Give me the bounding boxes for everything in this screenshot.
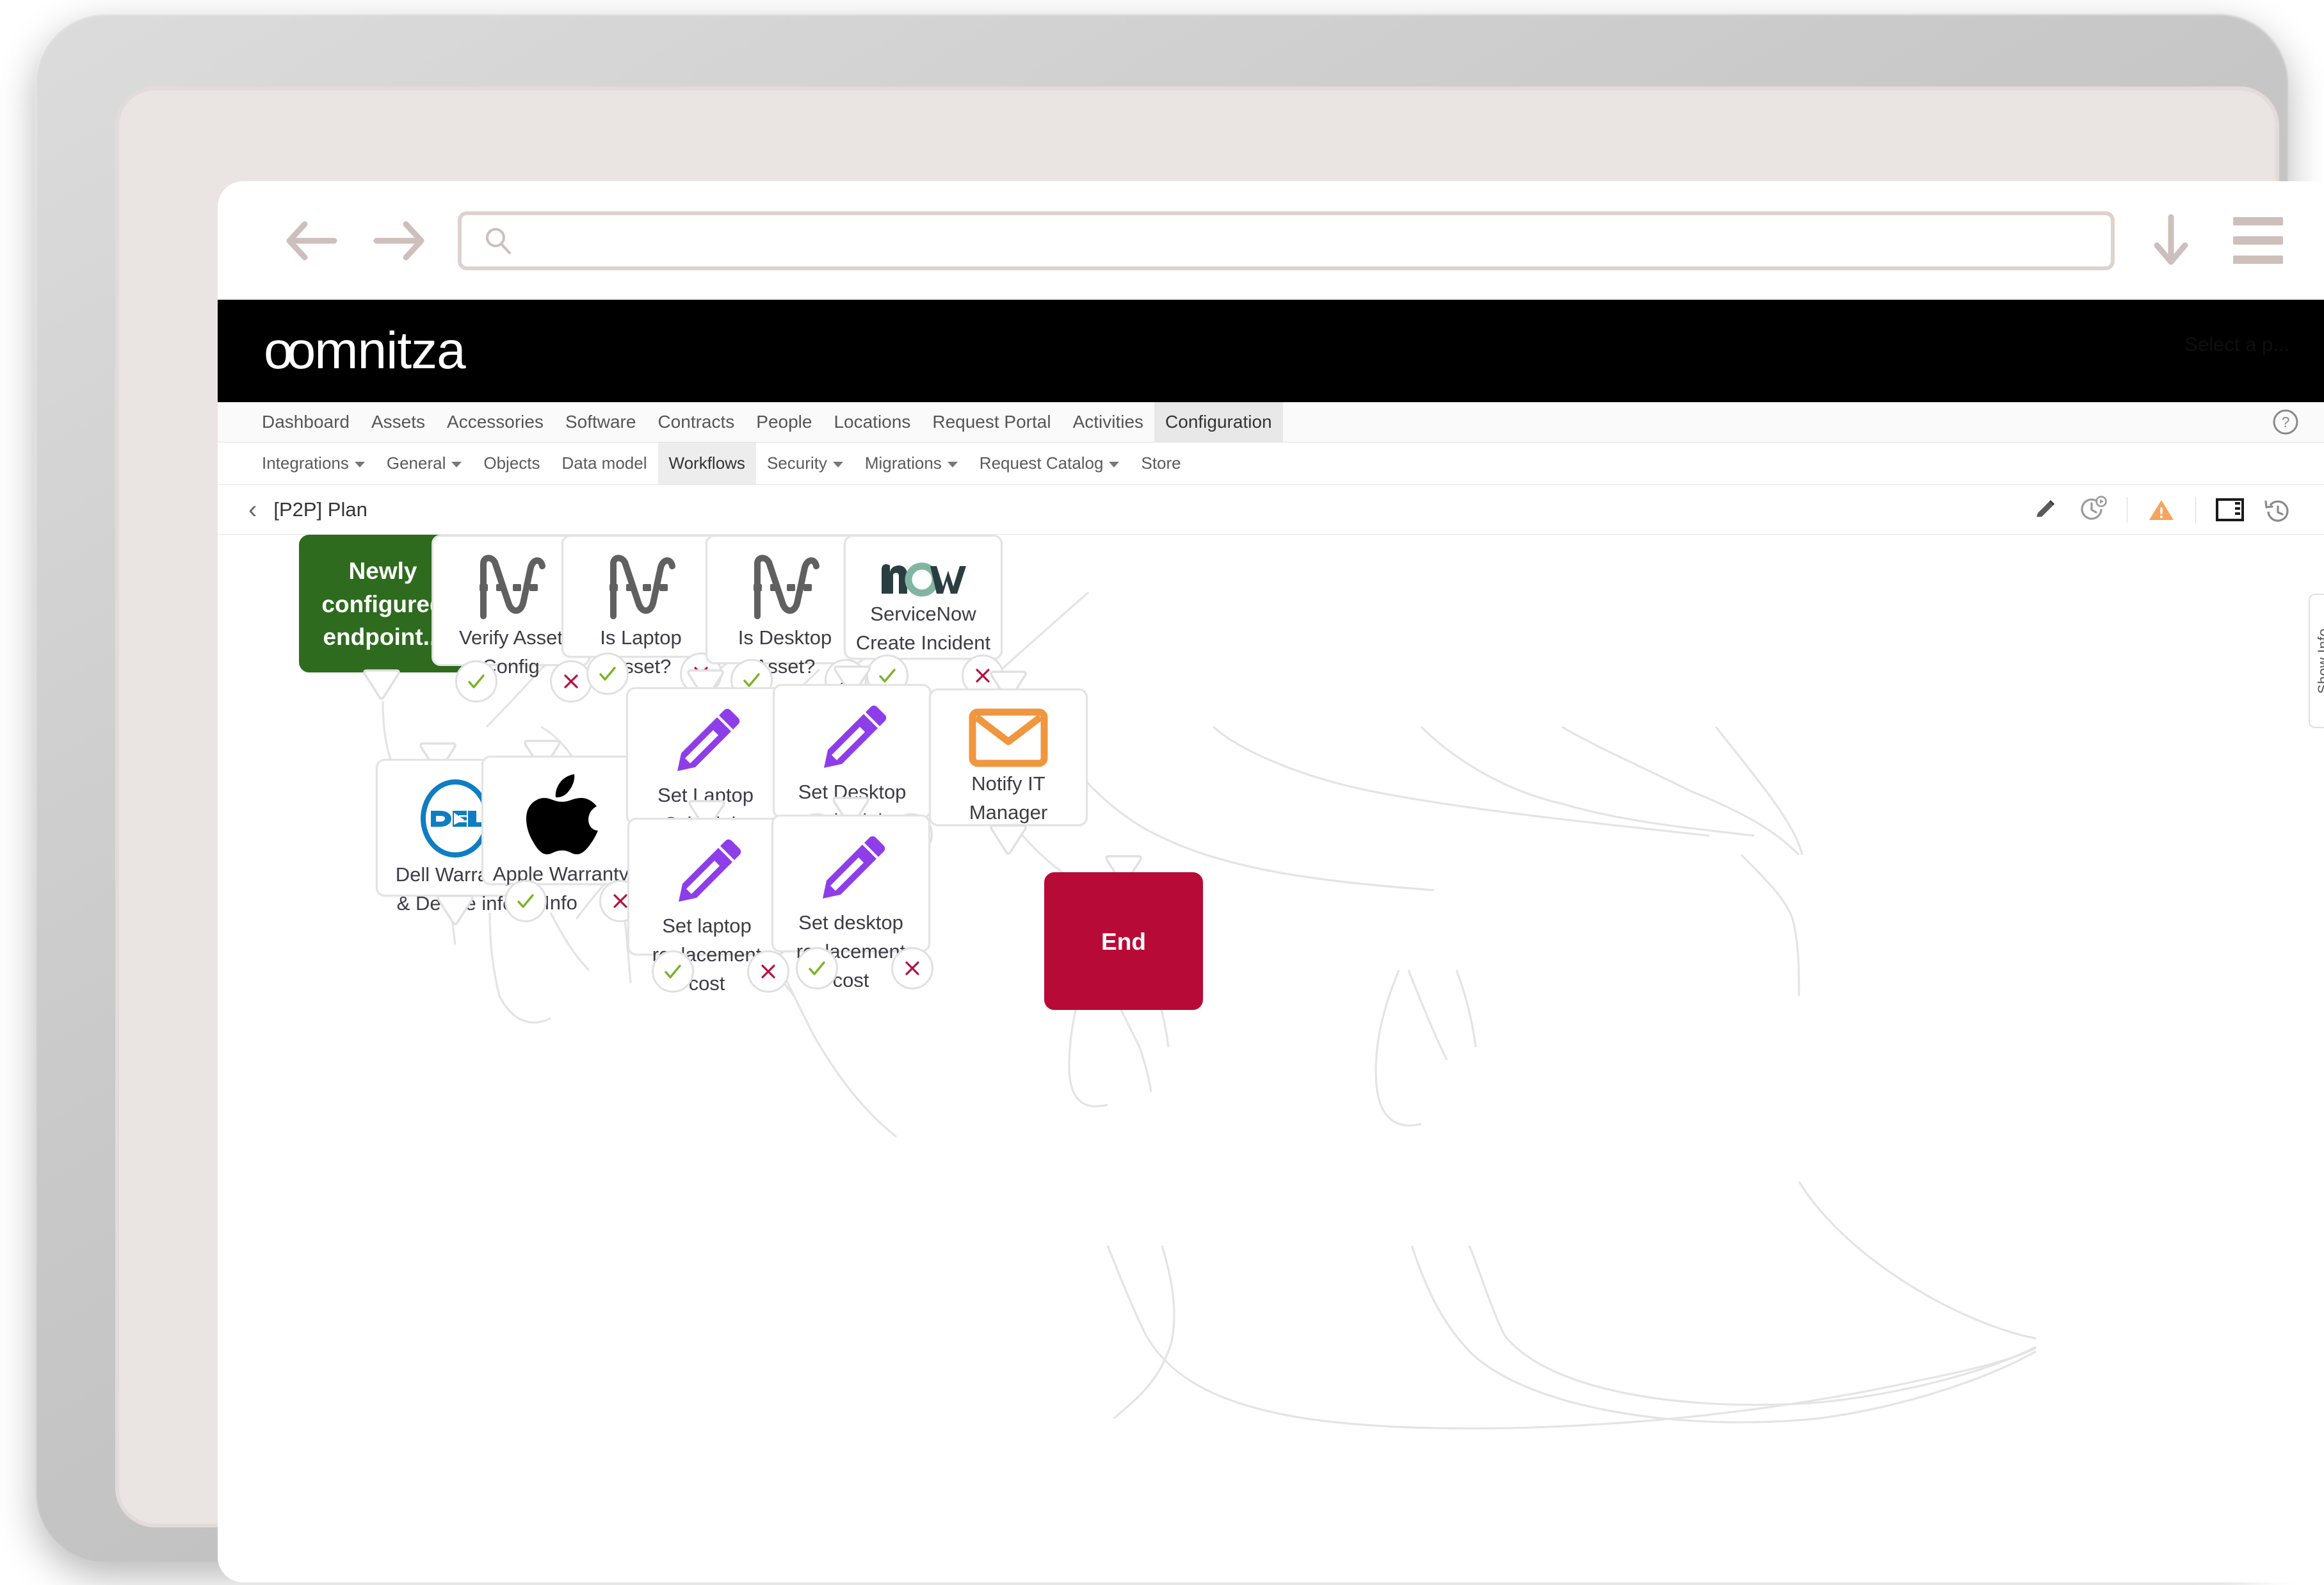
nav-tab-accessories[interactable]: Accessories xyxy=(436,402,554,442)
success-port-set-laptop-replacement-cost[interactable] xyxy=(652,950,694,993)
subnav-tab-data-model[interactable]: Data model xyxy=(551,443,658,484)
workflow-node-set-desktop-replacement-cost[interactable]: Set desktop replacement cost xyxy=(771,815,930,991)
node-label-notify-it-manager: Notify IT Manager xyxy=(969,772,1048,824)
warning-triangle-icon[interactable] xyxy=(2138,490,2185,530)
hamburger-menu-icon[interactable] xyxy=(2227,210,2289,272)
nav-tab-people[interactable]: People xyxy=(745,402,823,442)
svg-text:?: ? xyxy=(2282,414,2290,430)
decision-wave-icon xyxy=(563,553,718,622)
subnav-label-migrations: Migrations xyxy=(864,453,942,473)
history-icon[interactable] xyxy=(2254,490,2301,530)
question-mark-circle-icon[interactable]: ? xyxy=(2272,408,2300,436)
workflow-edges xyxy=(382,535,2037,1430)
edit-pencil-icon[interactable] xyxy=(2022,490,2069,530)
toolbar-divider xyxy=(2195,496,2196,523)
output-port-dell-warranty[interactable] xyxy=(435,893,475,927)
toolbar-actions xyxy=(2022,490,2301,530)
nav-tab-assets[interactable]: Assets xyxy=(360,402,436,442)
device-inner-lip: oo mnitza Select a p... Dashboard Assets … xyxy=(115,86,2324,1582)
workflow-canvas[interactable]: Newly configured endpoint... Verify Asse… xyxy=(218,535,2324,1582)
pencil-icon xyxy=(773,833,928,907)
nav-tab-activities[interactable]: Activities xyxy=(1062,402,1154,442)
chevron-down-icon xyxy=(354,461,365,467)
breadcrumb-bar: ‹ [P2P] Plan xyxy=(218,485,2324,535)
url-bar[interactable] xyxy=(458,211,2115,270)
primary-navigation: Dashboard Assets Accessories Software Co… xyxy=(218,402,2324,443)
subnav-tab-security[interactable]: Security xyxy=(756,443,854,484)
success-port-apple-warranty-info[interactable] xyxy=(504,880,547,922)
arrow-left-icon[interactable] xyxy=(278,212,343,270)
pencil-icon xyxy=(775,703,930,777)
show-info-label: Show Info xyxy=(2315,628,2324,694)
browser-chrome xyxy=(218,181,2324,300)
nav-tab-request-portal[interactable]: Request Portal xyxy=(921,402,1061,442)
envelope-icon xyxy=(931,707,1086,768)
subnav-tab-migrations[interactable]: Migrations xyxy=(854,443,969,484)
menu-bar-1 xyxy=(2233,217,2283,225)
subnav-label-security: Security xyxy=(766,453,827,473)
app-header: oo mnitza Select a p... xyxy=(218,300,2324,402)
subnav-tab-objects[interactable]: Objects xyxy=(472,443,551,484)
menu-bar-3 xyxy=(2233,256,2283,264)
device-bezel: oo mnitza Select a p... Dashboard Assets … xyxy=(35,13,2324,1582)
workflow-node-end[interactable]: End xyxy=(1044,872,1203,1010)
url-input[interactable] xyxy=(527,226,2089,255)
chevron-down-icon xyxy=(832,461,843,467)
workflow-node-servicenow-create-incident[interactable]: ServiceNow Create Incident xyxy=(844,535,1003,660)
subnav-tab-general[interactable]: General xyxy=(376,443,473,484)
header-partner-selector[interactable]: Select a p... xyxy=(2184,333,2289,356)
subnav-label-request-catalog: Request Catalog xyxy=(979,453,1104,473)
subnav-tab-store[interactable]: Store xyxy=(1130,443,1191,484)
arrow-right-icon[interactable] xyxy=(368,212,432,270)
subnav-tab-request-catalog[interactable]: Request Catalog xyxy=(969,443,1131,484)
nav-tab-dashboard[interactable]: Dashboard xyxy=(251,402,360,442)
workflow-node-notify-it-manager[interactable]: Notify IT Manager xyxy=(929,688,1088,826)
show-info-tab[interactable]: Show Info xyxy=(2309,594,2324,728)
subnav-label-general: General xyxy=(386,453,446,473)
output-port-start[interactable] xyxy=(362,668,401,701)
logo-mnitza: mnitza xyxy=(314,321,466,380)
servicenow-logo-icon xyxy=(846,553,1001,599)
download-arrow-icon[interactable] xyxy=(2140,210,2202,272)
screen: oo mnitza Select a p... Dashboard Assets … xyxy=(218,181,2324,1582)
chevron-down-icon xyxy=(451,461,462,467)
chevron-down-icon xyxy=(1109,461,1120,467)
logo-oo: oo xyxy=(264,321,316,380)
apple-logo-icon xyxy=(483,774,638,859)
failure-port-set-desktop-replacement-cost[interactable] xyxy=(891,947,933,989)
node-label-servicenow-create-incident: ServiceNow Create Incident xyxy=(855,603,991,654)
subnav-tab-workflows[interactable]: Workflows xyxy=(658,443,756,484)
subnav-tab-integrations[interactable]: Integrations xyxy=(251,443,376,484)
nav-tab-configuration[interactable]: Configuration xyxy=(1154,402,1283,442)
subnav-label-integrations: Integrations xyxy=(262,453,349,473)
page-title: [P2P] Plan xyxy=(273,498,367,521)
panel-layout-icon[interactable] xyxy=(2206,490,2254,530)
output-port-notify-it-manager[interactable] xyxy=(989,823,1028,856)
nav-tab-software[interactable]: Software xyxy=(554,402,647,442)
pencil-icon xyxy=(628,706,783,780)
node-label-end: End xyxy=(1101,928,1146,955)
search-icon xyxy=(486,227,511,254)
secondary-navigation: Integrations General Objects Data model … xyxy=(218,443,2324,485)
decision-wave-icon xyxy=(707,553,862,622)
oomnitza-logo[interactable]: oo mnitza xyxy=(264,321,466,380)
success-port-set-desktop-replacement-cost[interactable] xyxy=(796,947,838,989)
nav-tab-contracts[interactable]: Contracts xyxy=(647,402,745,442)
nav-tab-locations[interactable]: Locations xyxy=(823,402,921,442)
chevron-left-icon[interactable]: ‹ xyxy=(248,497,257,523)
success-port-verify-asset-config[interactable] xyxy=(455,660,497,703)
workflow-node-apple-warranty-info[interactable]: Apple Warranty Info xyxy=(481,756,640,914)
chevron-down-icon xyxy=(947,461,958,467)
workflow-node-is-desktop-asset[interactable]: Is Desktop Asset? xyxy=(706,535,864,678)
success-port-is-laptop-asset[interactable] xyxy=(586,653,629,695)
workflow-node-is-laptop-asset[interactable]: Is Laptop Asset? xyxy=(561,535,720,678)
pencil-icon xyxy=(629,836,784,911)
workflow-node-set-laptop-replacement-cost[interactable]: Set laptop replacement cost xyxy=(627,818,786,995)
schedule-run-icon[interactable] xyxy=(2069,490,2117,530)
menu-bar-2 xyxy=(2233,236,2283,245)
